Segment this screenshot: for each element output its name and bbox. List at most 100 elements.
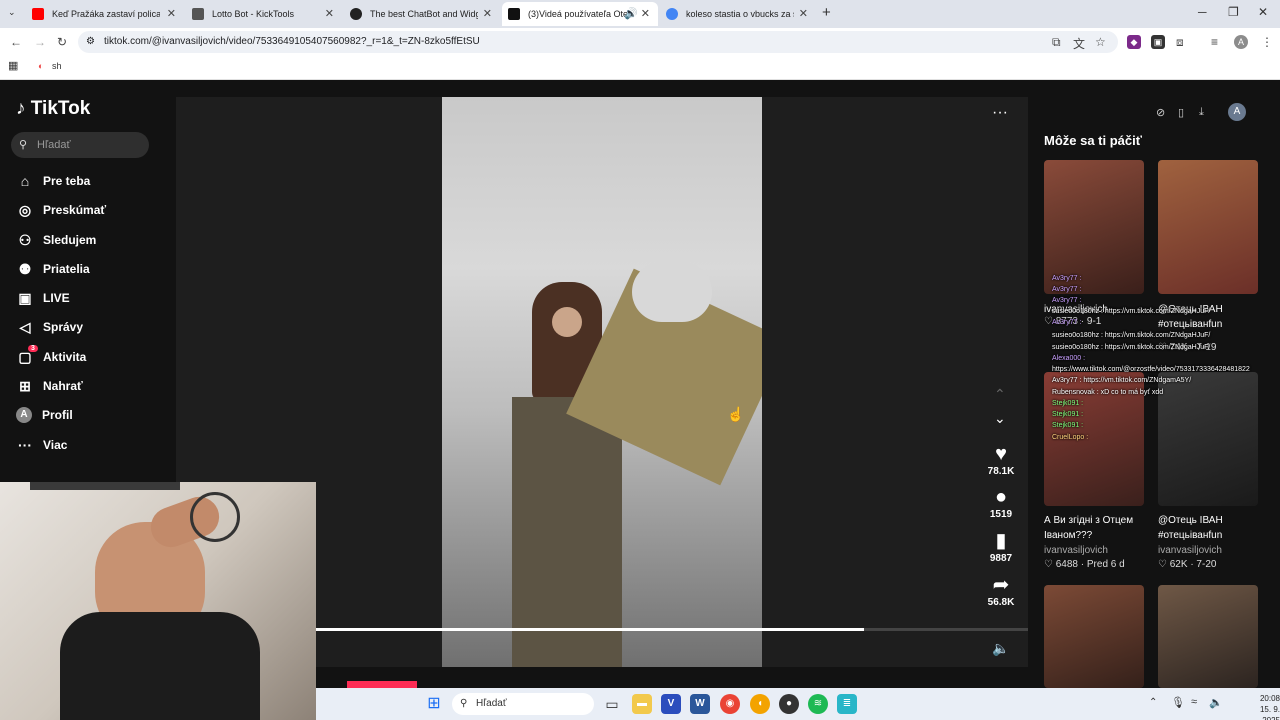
- menu-preskumat[interactable]: ◎ Preskúmať: [16, 200, 106, 220]
- obs-icon[interactable]: ●: [779, 694, 799, 714]
- volume-tray-icon[interactable]: 🔈: [1209, 696, 1223, 709]
- save-button[interactable]: ▮ 9887: [980, 529, 1022, 564]
- menu-spravy[interactable]: ◁ Správy: [16, 317, 83, 337]
- taskbar-search[interactable]: ⚲ Hľadať: [452, 693, 594, 715]
- prev-video-icon[interactable]: ⌃: [994, 386, 1006, 403]
- word-icon[interactable]: W: [690, 694, 710, 714]
- bookmark-star-icon[interactable]: ☆: [1095, 35, 1106, 49]
- recommend-thumb-1[interactable]: [1044, 160, 1144, 294]
- bookmark-sh[interactable]: sh: [52, 61, 62, 71]
- volume-icon[interactable]: 🔈: [992, 640, 1009, 657]
- share-button[interactable]: ➦ 56.8K: [980, 573, 1022, 608]
- tab-2[interactable]: Lotto Bot - KickTools ✕: [186, 2, 342, 26]
- like-button[interactable]: ♥ 78.1K: [980, 442, 1022, 477]
- cam-frame-top: [30, 482, 180, 490]
- tiktok-logo[interactable]: ♪ TikTok: [16, 98, 90, 120]
- reading-list-icon[interactable]: ≡: [1211, 35, 1218, 49]
- speaker-icon[interactable]: 🔊: [624, 7, 638, 20]
- recommend-thumb-4[interactable]: [1158, 372, 1258, 506]
- notepad-icon[interactable]: ≣: [837, 694, 857, 714]
- microphone-icon[interactable]: 🎙: [1171, 696, 1185, 709]
- translate-icon[interactable]: 文: [1073, 35, 1085, 52]
- coin-icon[interactable]: ⊘: [1156, 106, 1165, 119]
- tab-5[interactable]: koleso stastia o vbucks za suby ✕: [660, 2, 816, 26]
- new-tab-button[interactable]: +: [822, 4, 831, 21]
- chat-line: Av3ry77 :: [1052, 275, 1082, 282]
- task-view-icon[interactable]: ▭: [602, 694, 622, 714]
- chat-line: susieo0o180hz : https://vm.tiktok.com/ZN…: [1052, 332, 1211, 339]
- menu-sledujem[interactable]: ⚇ Sledujem: [16, 230, 97, 250]
- chat-line: https://www.tiktok.com/@orzostfe/video/7…: [1052, 366, 1250, 373]
- file-explorer-icon[interactable]: ▬: [632, 694, 652, 714]
- chat-line: Stejk091 :: [1052, 411, 1084, 418]
- download-icon[interactable]: ⤓: [1199, 106, 1204, 119]
- profile-avatar[interactable]: A: [1234, 35, 1248, 49]
- recommend-thumb-5[interactable]: [1044, 585, 1144, 688]
- back-icon[interactable]: ←: [10, 35, 22, 49]
- wifi-icon[interactable]: ≈: [1191, 696, 1197, 708]
- close-icon[interactable]: ✕: [167, 7, 176, 20]
- user-avatar[interactable]: A: [1228, 103, 1246, 121]
- video-frame[interactable]: [442, 97, 762, 667]
- card-title-2[interactable]: @Отець ІВАН #отецьіванfun: [1158, 302, 1266, 332]
- spotify-icon[interactable]: ≋: [808, 694, 828, 714]
- bookmark-favicon: ◐: [38, 61, 44, 71]
- close-icon[interactable]: ✕: [325, 7, 334, 20]
- menu-priatelia[interactable]: ⚉ Priatelia: [16, 259, 90, 279]
- url-field[interactable]: ⚙ tiktok.com/@ivanvasiljovich/video/7533…: [78, 31, 1118, 53]
- close-window-icon[interactable]: ✕: [1258, 5, 1268, 19]
- apps-grid-icon[interactable]: ▦: [8, 59, 18, 72]
- menu-nahrat[interactable]: ⊞ Nahrať: [16, 376, 83, 396]
- close-icon[interactable]: ✕: [799, 7, 808, 20]
- tiktok-icon: [508, 8, 520, 20]
- cam-person-shirt: [60, 612, 260, 720]
- next-video-icon[interactable]: ⌄: [994, 410, 1006, 427]
- device-icon[interactable]: ▯: [1178, 106, 1184, 119]
- card-title-4[interactable]: @Отець ІВАН #отецьіванfun: [1158, 513, 1266, 543]
- more-icon: ···: [18, 437, 32, 453]
- tab-search-icon[interactable]: ⌄: [8, 7, 16, 18]
- extension-icon[interactable]: ◆: [1127, 35, 1141, 49]
- chat-line: Alexa000 :: [1052, 355, 1086, 362]
- minimize-icon[interactable]: ─: [1198, 5, 1207, 19]
- chrome-icon[interactable]: ◉: [720, 694, 740, 714]
- menu-viac[interactable]: ··· Viac: [16, 435, 67, 455]
- chat-line: Stejk091 :: [1052, 400, 1084, 407]
- menu-aktivita[interactable]: ▢ 3 Aktivita: [16, 345, 86, 367]
- more-options-icon[interactable]: ···: [992, 104, 1008, 122]
- reload-icon[interactable]: ↻: [57, 35, 67, 49]
- recommend-title: Môže sa ti páčiť: [1044, 133, 1142, 148]
- taskbar-clock[interactable]: 20:08 15. 9. 2025: [1240, 693, 1280, 720]
- menu-profil[interactable]: A Profil: [16, 405, 73, 425]
- extensions-puzzle-icon[interactable]: ⧈: [1176, 35, 1184, 50]
- comment-button[interactable]: ● 1519: [980, 485, 1022, 520]
- menu-live[interactable]: ▣ LIVE: [16, 288, 69, 308]
- video-progress-bar[interactable]: [316, 628, 1028, 631]
- address-bar-row: ← → ↻ ⚙ tiktok.com/@ivanvasiljovich/vide…: [0, 28, 1280, 56]
- search-input[interactable]: ⚲ Hľadať: [11, 132, 149, 158]
- cast-icon[interactable]: ⧉: [1052, 35, 1061, 50]
- close-icon[interactable]: ✕: [483, 7, 492, 20]
- recommend-thumb-6[interactable]: [1158, 585, 1258, 688]
- tab-3[interactable]: The best ChatBot and Widgets ✕: [344, 2, 500, 26]
- menu-pre-teba[interactable]: ⌂ Pre teba: [16, 171, 91, 191]
- tab-1[interactable]: Keď Pražáka zastaví policajt vy ✕: [26, 2, 184, 26]
- tab-4-active[interactable]: (3)Videá používateľa Otec 🔊 ✕: [502, 2, 658, 26]
- extension-icon[interactable]: ▣: [1151, 35, 1165, 49]
- close-icon[interactable]: ✕: [641, 7, 650, 20]
- card-title-3[interactable]: А Ви згідні з Отцем Іваном???: [1044, 513, 1152, 543]
- tray-chevron-icon[interactable]: ⌃: [1149, 697, 1157, 708]
- headset-app-icon[interactable]: ◖: [750, 694, 770, 714]
- site-info-icon[interactable]: ⚙: [86, 31, 95, 53]
- card-author-3[interactable]: ivanvasiljovich: [1044, 545, 1108, 556]
- mouse-cursor-icon: ☝: [727, 406, 745, 422]
- windows-start-icon[interactable]: ⊞: [424, 694, 444, 714]
- forward-icon[interactable]: →: [34, 35, 46, 49]
- restore-icon[interactable]: ❐: [1228, 5, 1239, 19]
- compass-icon: ◎: [18, 201, 32, 218]
- app-v-icon[interactable]: V: [661, 694, 681, 714]
- recommend-thumb-2[interactable]: [1158, 160, 1258, 294]
- card-author-4[interactable]: ivanvasiljovich: [1158, 545, 1222, 556]
- chrome-menu-icon[interactable]: ⋮: [1261, 35, 1273, 49]
- friends-icon: ⚉: [18, 260, 32, 277]
